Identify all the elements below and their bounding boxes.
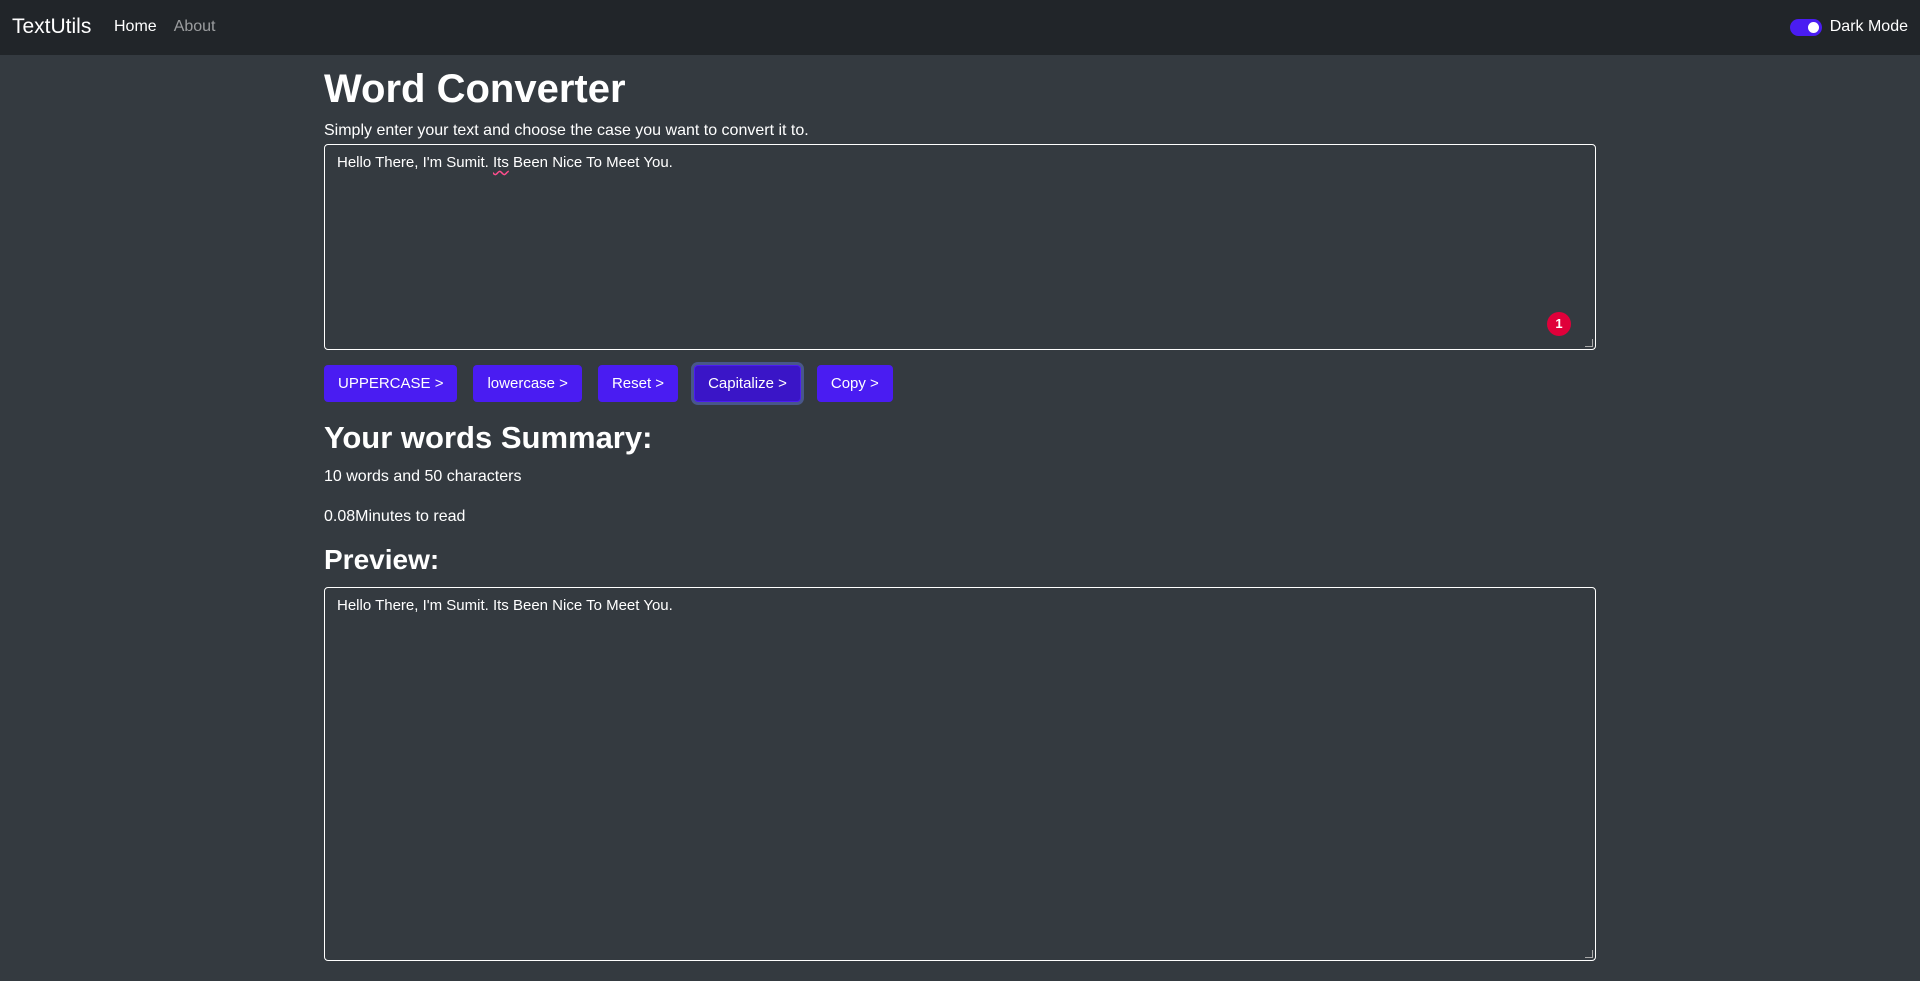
- preview-text: Hello There, I'm Sumit. Its Been Nice To…: [337, 597, 673, 614]
- read-time-text: 0.08Minutes to read: [324, 508, 466, 525]
- preview-area[interactable]: Hello There, I'm Sumit. Its Been Nice To…: [324, 587, 1596, 961]
- nav-links: Home About: [114, 15, 216, 39]
- dark-mode-toggle-group: Dark Mode: [1789, 15, 1908, 39]
- preview-heading: Preview:: [324, 544, 440, 575]
- dark-mode-switch[interactable]: [1789, 18, 1822, 36]
- capitalize-button[interactable]: Capitalize >: [694, 365, 801, 402]
- nav-link-home[interactable]: Home: [114, 15, 157, 39]
- reset-button[interactable]: Reset >: [597, 365, 679, 402]
- lowercase-button[interactable]: lowercase >: [473, 365, 582, 402]
- navbar: TextUtils Home About Dark Mode: [0, 0, 1920, 55]
- input-text-end: Been Nice To Meet You.: [508, 154, 673, 171]
- copy-button[interactable]: Copy >: [816, 365, 893, 402]
- summary-heading: Your words Summary:: [324, 420, 653, 455]
- resize-handle-icon[interactable]: [1585, 339, 1593, 347]
- input-text-start: Hello There, I'm Sumit.: [337, 154, 493, 171]
- switch-knob: [1807, 21, 1819, 33]
- spellcheck-badge[interactable]: 1: [1547, 312, 1571, 336]
- action-buttons: UPPERCASE > lowercase > Reset > Capitali…: [324, 365, 909, 402]
- nav-link-about[interactable]: About: [174, 15, 216, 39]
- page-subtitle: Simply enter your text and choose the ca…: [324, 122, 809, 139]
- dark-mode-label[interactable]: Dark Mode: [1830, 15, 1908, 39]
- page-title: Word Converter: [324, 67, 626, 111]
- misspelled-word[interactable]: Its: [493, 154, 509, 171]
- uppercase-button[interactable]: UPPERCASE >: [324, 365, 458, 402]
- text-input-area[interactable]: Hello There, I'm Sumit. Its Been Nice To…: [324, 144, 1596, 350]
- word-count-text: 10 words and 50 characters: [324, 468, 522, 485]
- resize-handle-icon[interactable]: [1585, 950, 1593, 958]
- brand-logo[interactable]: TextUtils: [12, 13, 91, 41]
